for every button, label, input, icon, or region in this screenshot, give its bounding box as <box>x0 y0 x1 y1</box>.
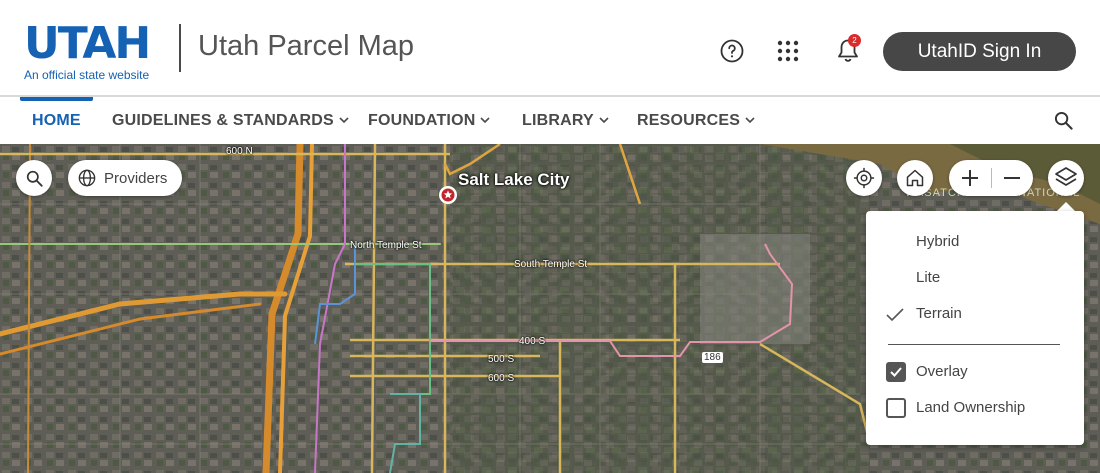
land-ownership-label[interactable]: Land Ownership <box>916 399 1025 416</box>
globe-icon <box>78 169 96 187</box>
map-search-button[interactable] <box>16 160 52 196</box>
title-divider <box>179 24 181 72</box>
nav-guidelines-standards[interactable]: GUIDELINES & STANDARDS <box>112 97 349 144</box>
utah-logo[interactable]: UTAH An official state website <box>24 18 164 83</box>
nav-resources[interactable]: RESOURCES <box>637 97 755 144</box>
locate-button[interactable] <box>846 160 882 196</box>
site-header: UTAH An official state website Utah Parc… <box>0 0 1100 97</box>
street-label-600s: 600 S <box>488 373 515 384</box>
nav-resources-label: RESOURCES <box>637 111 741 129</box>
land-ownership-checkbox[interactable] <box>886 398 906 418</box>
layers-panel: Hybrid Lite Terrain Overlay Land Ownersh… <box>866 211 1084 445</box>
help-icon[interactable] <box>715 34 749 68</box>
basemap-terrain[interactable]: Terrain <box>916 305 962 322</box>
overlay-label[interactable]: Overlay <box>916 363 968 380</box>
basemap-lite[interactable]: Lite <box>916 269 940 286</box>
locate-icon <box>853 167 875 189</box>
street-label-north-temple: North Temple St <box>350 240 422 251</box>
logo-tagline: An official state website <box>24 68 150 82</box>
notification-count-badge: 2 <box>848 34 861 47</box>
zoom-out-button[interactable] <box>991 160 1033 196</box>
street-label-south-temple: South Temple St <box>514 259 588 270</box>
layers-divider <box>888 344 1060 345</box>
street-label-400s: 400 S <box>519 336 546 347</box>
nav-home-label: HOME <box>32 111 81 129</box>
search-icon <box>26 170 43 187</box>
basemap-hybrid[interactable]: Hybrid <box>916 233 959 250</box>
notifications-bell-icon[interactable]: 2 <box>831 34 865 68</box>
nav-library[interactable]: LIBRARY <box>522 97 609 144</box>
chevron-down-icon <box>480 117 491 124</box>
zoom-controls <box>949 160 1033 196</box>
street-label-500s: 500 S <box>488 354 515 365</box>
home-icon <box>906 169 924 187</box>
site-title[interactable]: Utah Parcel Map <box>198 30 414 63</box>
chevron-down-icon <box>339 117 349 124</box>
zoom-in-icon <box>961 170 978 186</box>
nav-guidelines-label: GUIDELINES & STANDARDS <box>112 111 334 129</box>
street-label-600n: 600 N <box>226 146 253 157</box>
checkmark-icon <box>886 308 904 322</box>
capitol-star-icon <box>439 186 457 204</box>
overlay-checkbox[interactable] <box>886 362 906 382</box>
zoom-out-icon <box>1004 177 1021 179</box>
chevron-down-icon <box>599 117 609 124</box>
nav-foundation-label: FOUNDATION <box>368 111 476 129</box>
providers-label: Providers <box>104 169 168 187</box>
home-extent-button[interactable] <box>897 160 933 196</box>
logo-wordmark: UTAH <box>24 18 151 69</box>
utahid-sign-in-button[interactable]: UtahID Sign In <box>883 32 1076 71</box>
city-label: Salt Lake City <box>458 170 570 189</box>
checkmark-icon <box>890 367 902 377</box>
main-nav: HOME GUIDELINES & STANDARDS FOUNDATION L… <box>0 97 1100 144</box>
chevron-down-icon <box>745 117 755 124</box>
layers-icon <box>1055 167 1077 186</box>
route-shield: 186 <box>702 352 723 363</box>
nav-library-label: LIBRARY <box>522 111 594 129</box>
layers-button[interactable] <box>1048 160 1084 196</box>
providers-button[interactable]: Providers <box>68 160 182 196</box>
nav-home[interactable]: HOME <box>32 97 81 144</box>
site-search-icon[interactable] <box>1054 97 1073 144</box>
apps-grid-icon[interactable] <box>771 34 805 68</box>
nav-foundation[interactable]: FOUNDATION <box>368 97 491 144</box>
zoom-in-button[interactable] <box>949 160 991 196</box>
parcel-map[interactable]: 600 N North Temple St South Temple St 40… <box>0 144 1100 473</box>
